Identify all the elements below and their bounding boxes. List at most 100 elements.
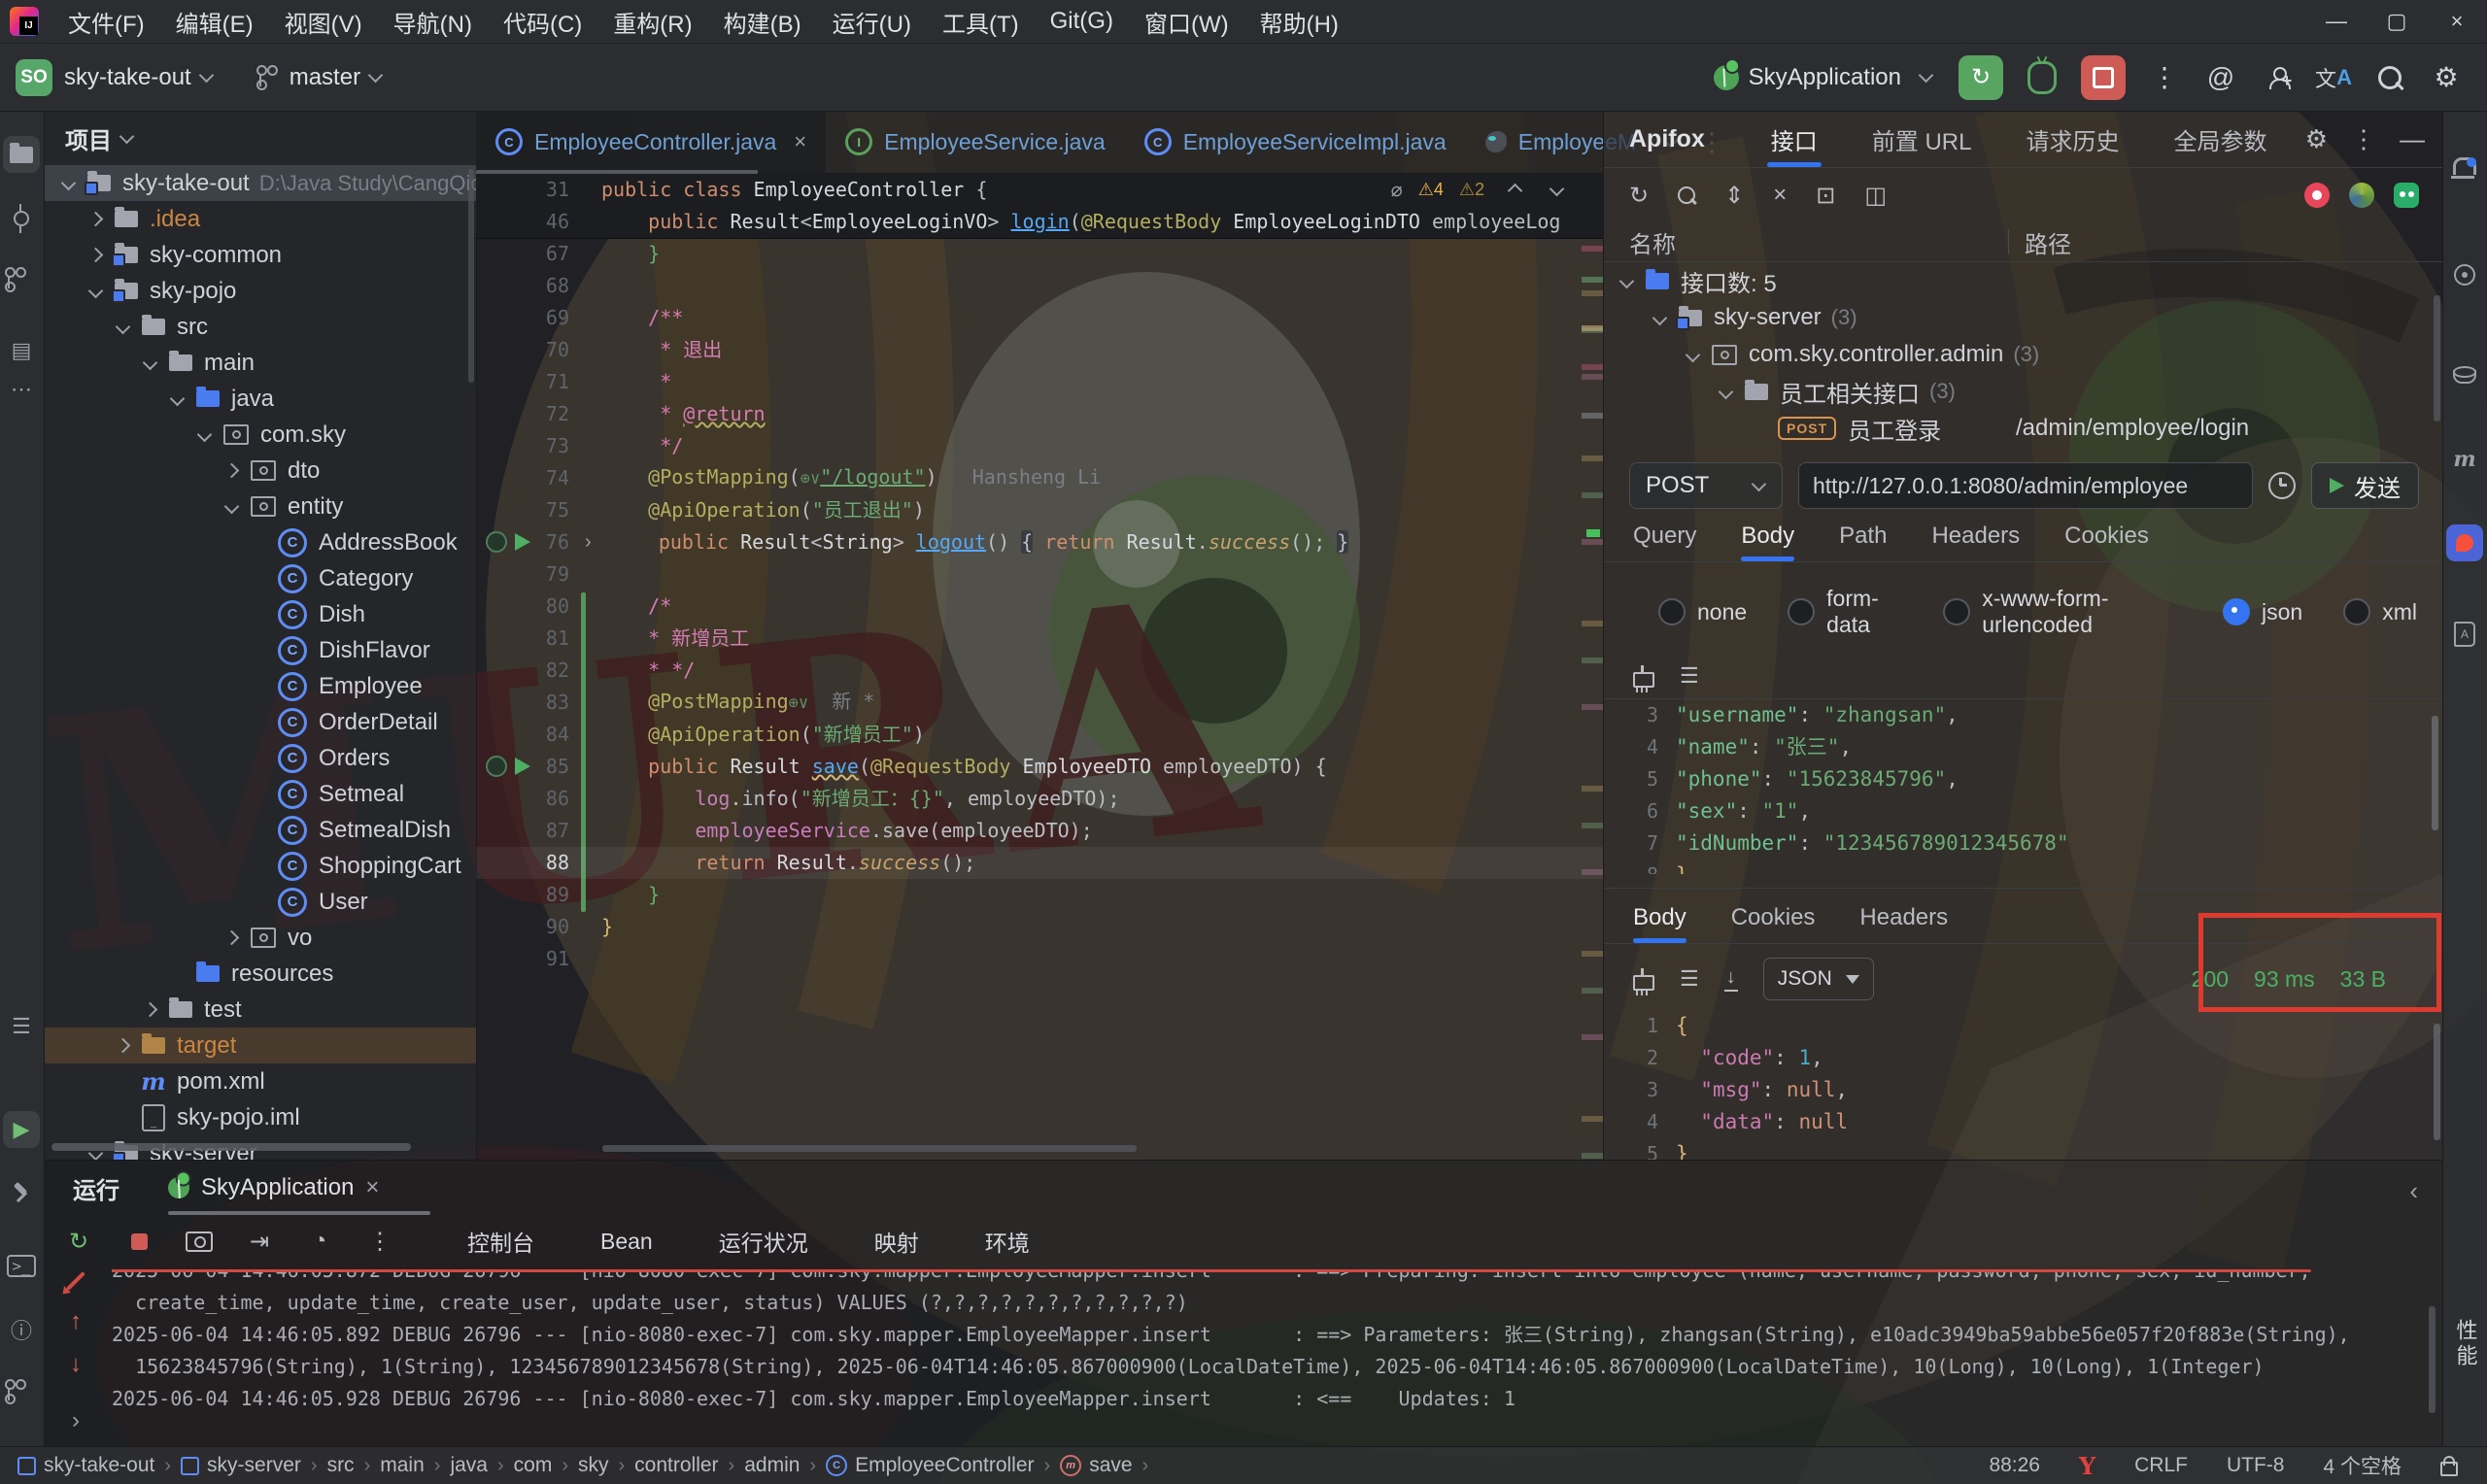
tree-row[interactable]: ShoppingCart xyxy=(44,848,476,884)
tree-row[interactable]: src xyxy=(44,309,476,345)
weak-warning-icon[interactable]: ⚠2 xyxy=(1459,180,1484,200)
apifox-account-icon[interactable] xyxy=(2304,183,2330,208)
database-tool-button[interactable] xyxy=(2446,354,2483,390)
tree-chevron-icon[interactable] xyxy=(116,320,131,335)
api-tree-row[interactable]: sky-server (3) xyxy=(1604,299,2444,336)
tree-chevron-icon[interactable] xyxy=(88,248,104,263)
tree-row[interactable]: DishFlavor xyxy=(44,632,476,668)
down-arrow-icon[interactable]: ↓ xyxy=(70,1351,82,1378)
tree-row[interactable]: resources xyxy=(44,956,476,992)
breadcrumb-item[interactable]: sky › xyxy=(578,1454,627,1477)
build-tool-button[interactable] xyxy=(3,1175,40,1212)
screenshot-icon[interactable] xyxy=(184,1231,215,1252)
breadcrumb-item[interactable]: src › xyxy=(327,1454,373,1477)
line-number[interactable]: 75 xyxy=(476,494,581,526)
maven-tool-button[interactable]: m xyxy=(2446,441,2483,478)
console-output[interactable]: 2025-06-04 14:46:05.872 DEBUG 26796 --- … xyxy=(112,1269,2385,1438)
run-tool-button[interactable]: ▶ xyxy=(3,1111,40,1148)
tree-chevron-icon[interactable] xyxy=(1686,347,1701,362)
project-avatar[interactable]: SO xyxy=(16,59,52,96)
tree-row[interactable]: Orders xyxy=(44,740,476,776)
vertical-scrollbar[interactable] xyxy=(2434,1024,2440,1140)
line-number[interactable]: 69 xyxy=(476,302,581,334)
line-number[interactable]: 86 xyxy=(476,783,581,815)
body-type-option[interactable]: none xyxy=(1658,598,1774,625)
project-selector[interactable]: sky-take-out xyxy=(64,64,191,91)
tree-row[interactable]: sky-pojo xyxy=(44,273,476,309)
plugin-icon[interactable]: Y xyxy=(2079,1452,2095,1480)
line-number[interactable]: 83 xyxy=(476,687,581,719)
more-actions-button[interactable]: ⋮ xyxy=(2147,60,2182,95)
caret-position[interactable]: 88:26 xyxy=(1989,1454,2040,1477)
tree-chevron-icon[interactable] xyxy=(224,499,240,515)
search-icon[interactable] xyxy=(1678,186,1695,204)
tree-row[interactable]: pom.xml xyxy=(44,1063,476,1099)
menu-item[interactable]: 工具(T) xyxy=(927,0,1035,43)
pull-requests-tool-button[interactable] xyxy=(3,261,40,298)
api-tree-row[interactable]: com.sky.controller.admin (3) xyxy=(1604,336,2444,373)
gutter-icons[interactable] xyxy=(486,756,530,777)
line-number[interactable]: 73 xyxy=(476,430,581,462)
code-viewport[interactable]: 67 } 68 69 xyxy=(476,238,1603,1160)
request-tab[interactable]: Body xyxy=(1741,523,1794,561)
breadcrumb-item[interactable]: com › xyxy=(514,1454,570,1477)
fold-arrow-icon[interactable]: › xyxy=(585,526,592,558)
documentation-tool-button[interactable]: A xyxy=(2446,616,2483,653)
tree-chevron-icon[interactable] xyxy=(116,1038,131,1054)
menu-item[interactable]: 运行(U) xyxy=(817,0,927,43)
notifications-button[interactable] xyxy=(2446,150,2483,186)
breadcrumb-item[interactable]: EmployeeController › xyxy=(826,1454,1052,1477)
apifox-minimize-icon[interactable]: — xyxy=(2400,124,2425,154)
line-number[interactable]: 81 xyxy=(476,623,581,655)
close-button[interactable]: × xyxy=(2427,0,2487,43)
rerun-button[interactable]: ↻ xyxy=(1959,55,2003,100)
tree-row[interactable]: entity xyxy=(44,489,476,524)
tree-chevron-icon[interactable] xyxy=(61,176,77,191)
breadcrumb-item[interactable]: main › xyxy=(380,1454,442,1477)
format-icon[interactable]: ☰ xyxy=(1680,966,1699,992)
close-icon[interactable]: × xyxy=(365,1174,379,1201)
vertical-scrollbar[interactable] xyxy=(2432,716,2438,830)
menu-item[interactable]: 构建(B) xyxy=(708,0,817,43)
more-icon[interactable]: ⋮ xyxy=(364,1228,395,1256)
apifox-tab[interactable]: 请求历史 xyxy=(2022,111,2123,167)
format-icon[interactable]: ☰ xyxy=(1680,663,1699,689)
stop-icon[interactable] xyxy=(123,1233,154,1250)
tree-row[interactable]: main xyxy=(44,345,476,381)
breadcrumb-item[interactable]: java › xyxy=(450,1454,505,1477)
api-tree-row[interactable]: 接口数: 5 xyxy=(1604,262,2444,299)
run-view-tab[interactable]: 环境 xyxy=(975,1225,1030,1258)
expand-icon[interactable]: › xyxy=(72,1407,80,1434)
line-number[interactable]: 70 xyxy=(476,334,581,366)
tree-row[interactable]: sky-take-out D:\Java Study\CangQiong xyxy=(44,165,476,201)
tree-chevron-icon[interactable] xyxy=(143,355,158,371)
line-number[interactable]: 72 xyxy=(476,398,581,430)
settings-button[interactable]: ⚙ xyxy=(2429,60,2464,95)
menu-item[interactable]: 视图(V) xyxy=(269,0,378,43)
endpoint-icon[interactable] xyxy=(486,531,507,553)
vertical-scrollbar[interactable] xyxy=(2429,1306,2436,1413)
vertical-scrollbar[interactable] xyxy=(2434,295,2440,422)
run-view-tab[interactable]: 运行状况 xyxy=(709,1225,808,1258)
clear-icon[interactable] xyxy=(1633,975,1654,991)
tree-chevron-icon[interactable] xyxy=(1652,310,1668,325)
gutter-icons[interactable] xyxy=(486,531,530,553)
radio-icon[interactable] xyxy=(1788,598,1815,625)
indent-setting[interactable]: 4 个空格 xyxy=(2323,1451,2402,1480)
services-tool-button[interactable]: ☰ xyxy=(3,1008,40,1045)
debug-button[interactable] xyxy=(2025,60,2060,95)
collapse-all-icon[interactable]: × xyxy=(1773,182,1787,209)
up-arrow-icon[interactable]: ↑ xyxy=(70,1308,82,1335)
rerun-icon[interactable]: ↻ xyxy=(63,1228,94,1256)
line-number[interactable]: 90 xyxy=(476,911,581,943)
apifox-plugin-icon[interactable] xyxy=(2349,183,2374,208)
line-number[interactable]: 79 xyxy=(476,558,581,590)
body-type-option[interactable]: xml xyxy=(2343,598,2444,625)
menu-item[interactable]: Git(G) xyxy=(1035,0,1129,43)
commit-tool-button[interactable] xyxy=(3,200,40,237)
problems-tool-button[interactable]: ⓘ xyxy=(3,1311,40,1348)
apifox-more-icon[interactable]: ⋮ xyxy=(2351,124,2376,154)
hide-panel-icon[interactable]: ‹ xyxy=(2409,1176,2418,1206)
stop-button[interactable] xyxy=(2081,55,2126,100)
api-tree-row[interactable]: 员工相关接口 (3) xyxy=(1604,373,2444,410)
